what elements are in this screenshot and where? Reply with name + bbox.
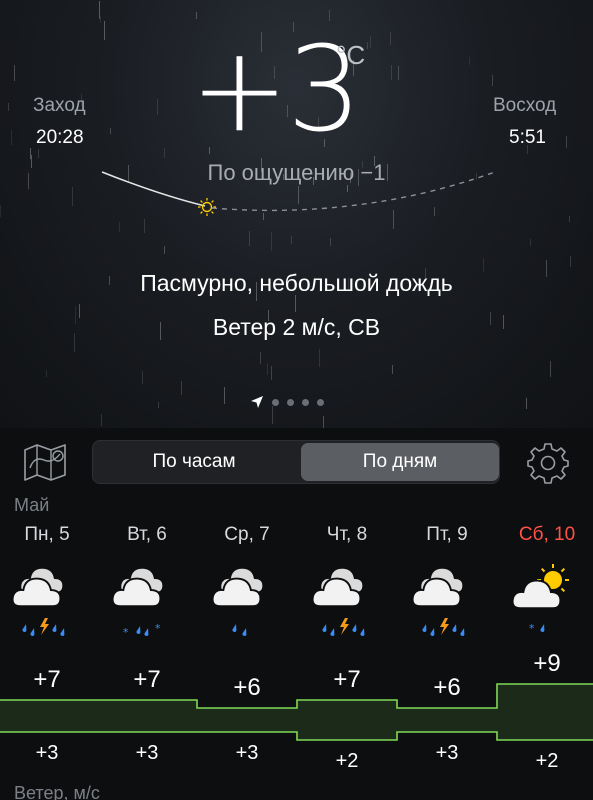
page-dot[interactable] <box>302 398 309 406</box>
temperature-band-chart <box>0 683 593 741</box>
day-label: Сб, 10 <box>518 524 576 545</box>
temperature-band <box>197 708 297 732</box>
page-dot[interactable] <box>287 398 294 406</box>
sun-position-icon <box>198 198 216 216</box>
tab-daily[interactable]: По дням <box>301 443 499 481</box>
forecast-panel: По часам По дням Май Пн, 5 +7 +3 Вт, 6 * * +… <box>0 428 593 800</box>
page-dot[interactable] <box>317 398 324 406</box>
sunrise-label: Восход <box>493 95 557 116</box>
low-temperature: +2 <box>535 750 559 772</box>
day-label: Чт, 8 <box>326 524 368 545</box>
current-temperature: +3 <box>190 20 362 158</box>
tab-hourly[interactable]: По часам <box>95 443 293 481</box>
feels-like: По ощущению −1 <box>207 160 386 185</box>
sunset-label: Заход <box>33 95 86 116</box>
sun-cloud-snow-icon: * <box>509 562 575 642</box>
day-label: Вт, 6 <box>127 524 167 545</box>
current-weather-panel[interactable]: Заход 20:28 Восход 5:51 +3 °C По ощущени… <box>0 0 593 428</box>
temperature-band <box>497 684 593 740</box>
cloud-snow-rain-icon: * * <box>109 562 175 642</box>
day-label: Пт, 9 <box>426 524 468 545</box>
cloud-rain-icon <box>209 562 275 642</box>
cloud-thunder-rain-icon <box>409 562 475 642</box>
cloud-thunder-rain-icon <box>9 562 75 642</box>
temperature-band <box>97 700 197 732</box>
wind-section-label: Ветер, м/с <box>14 783 100 800</box>
temperature-band <box>0 700 97 732</box>
svg-text:*: * <box>529 622 535 635</box>
svg-text:*: * <box>123 626 129 639</box>
month-label: Май <box>14 495 50 515</box>
cloud-thunder-rain-icon <box>309 562 375 642</box>
map-icon[interactable] <box>22 442 70 482</box>
day-label: Ср, 7 <box>224 524 270 545</box>
sunrise-time: 5:51 <box>509 127 546 148</box>
page-dot[interactable] <box>272 398 279 406</box>
day-label: Пн, 5 <box>24 524 70 545</box>
page-indicator[interactable] <box>250 395 324 409</box>
low-temperature: +2 <box>335 750 359 772</box>
temperature-band <box>297 700 397 740</box>
svg-text:*: * <box>155 622 161 635</box>
high-temperature: +9 <box>533 650 561 677</box>
location-arrow-icon <box>251 396 263 408</box>
sunset-time: 20:28 <box>36 127 84 148</box>
temperature-band <box>397 708 497 732</box>
wind-text: Ветер 2 м/с, СВ <box>212 314 381 340</box>
forecast-mode-switch: По часам По дням <box>92 440 500 484</box>
gear-icon[interactable] <box>525 440 571 486</box>
temperature-unit: °C <box>336 40 366 70</box>
condition-text: Пасмурно, небольшой дождь <box>140 270 453 296</box>
